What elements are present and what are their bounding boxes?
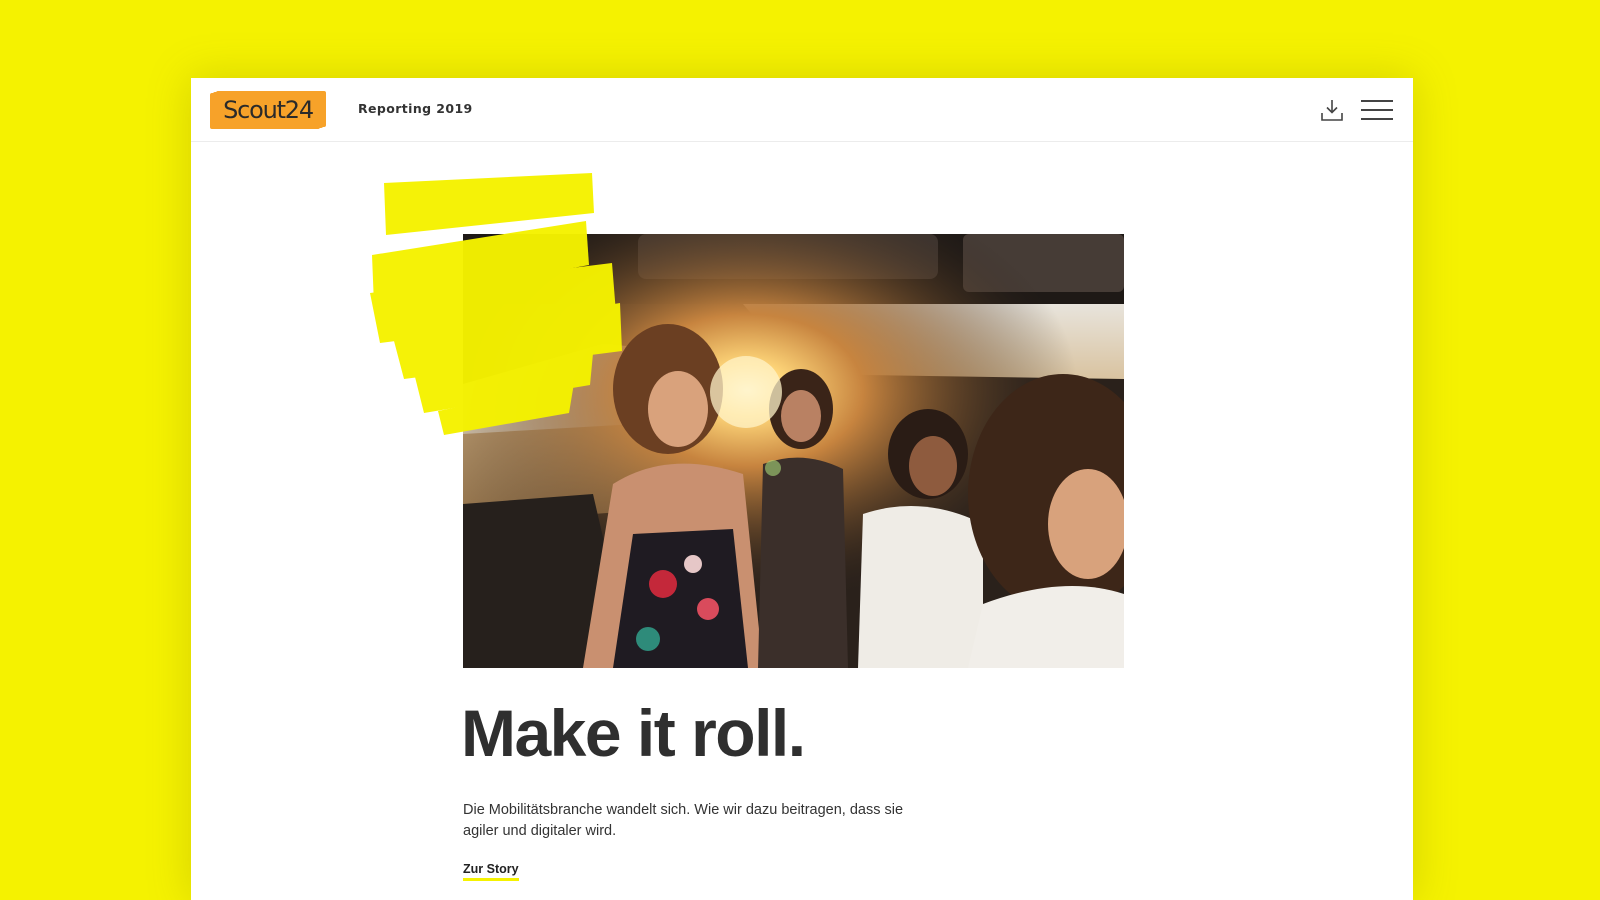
lead-paragraph: Die Mobilitätsbranche wandelt sich. Wie …	[463, 802, 904, 839]
page-frame: Scout24 Reporting 2019 Make it roll. Die…	[191, 78, 1413, 900]
download-button[interactable]	[1319, 97, 1345, 123]
story-link[interactable]: Zur Story	[463, 862, 519, 881]
yellow-scribble-decoration	[370, 173, 622, 435]
headline: Make it roll.	[461, 696, 806, 770]
hamburger-menu-icon	[1361, 100, 1393, 102]
report-title: Reporting 2019	[358, 101, 473, 116]
menu-button[interactable]	[1361, 98, 1393, 122]
scout24-logo[interactable]: Scout24	[213, 92, 323, 128]
site-header: Scout24 Reporting 2019	[191, 78, 1413, 142]
logo-text: Scout24	[223, 96, 314, 124]
download-icon	[1321, 100, 1343, 121]
